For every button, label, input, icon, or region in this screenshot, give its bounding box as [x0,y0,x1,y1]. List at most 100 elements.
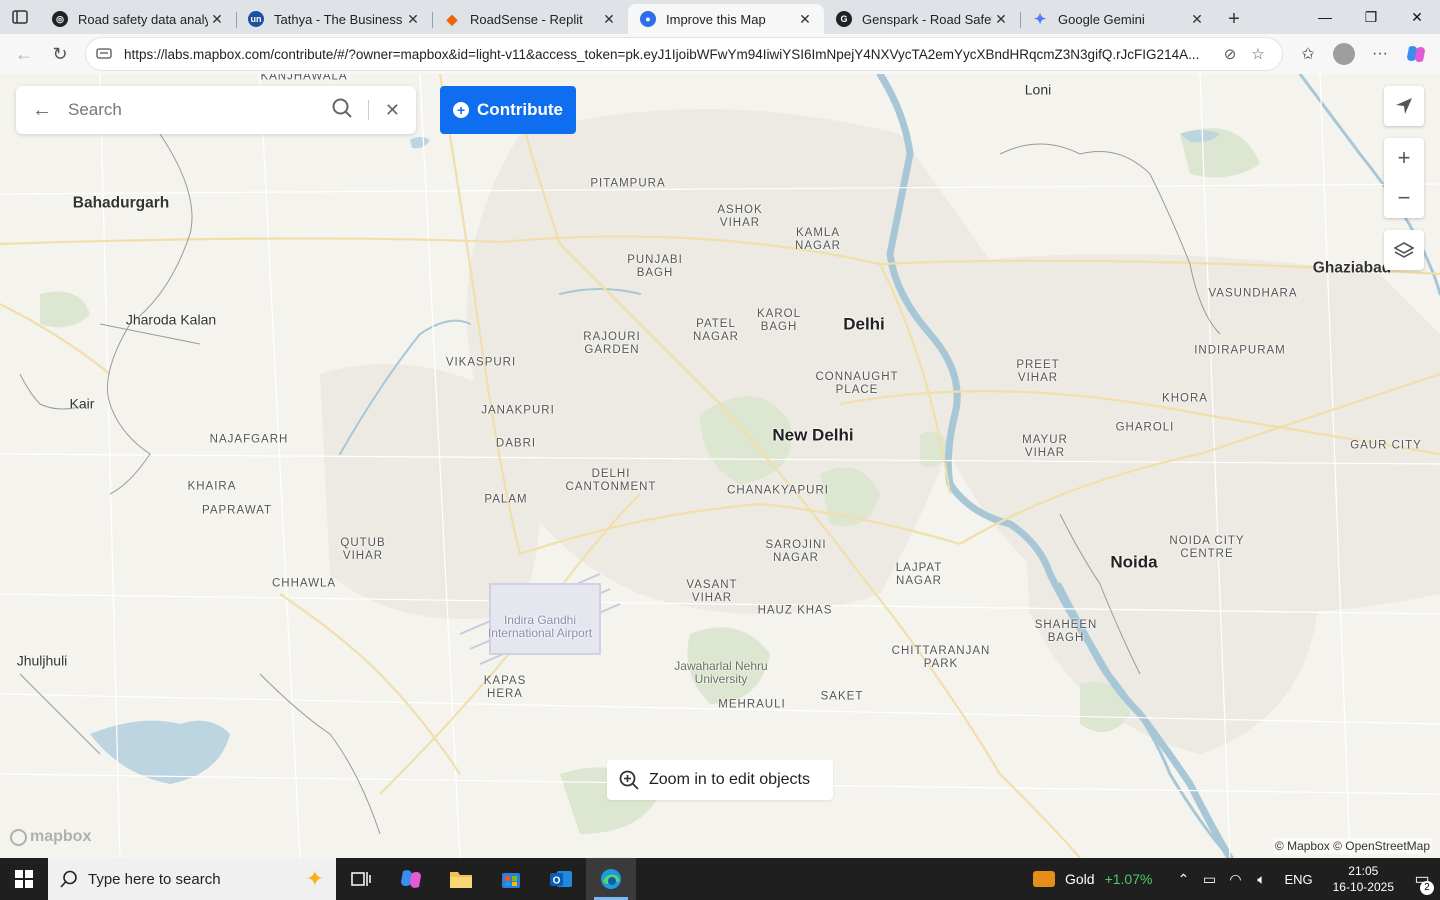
place-label-patel-nagar[interactable]: PATEL NAGAR [693,318,739,344]
mapbox-logo[interactable]: mapbox [10,828,91,846]
tab-gemini[interactable]: ✦ Google Gemini ✕ [1020,4,1216,34]
meet-now-icon[interactable]: ▭ [1197,871,1221,888]
place-label-indirapuram[interactable]: INDIRAPURAM [1194,345,1286,358]
outlook-icon[interactable]: O [536,858,586,900]
tab-actions-button[interactable] [0,0,40,34]
place-label-punjabi-bagh[interactable]: PUNJABI BAGH [627,254,683,280]
place-label-connaught-place[interactable]: CONNAUGHT PLACE [815,371,898,397]
place-label-ghaziabad[interactable]: Ghaziabad [1313,260,1391,276]
place-label-delhi[interactable]: Delhi [843,316,885,333]
place-label-kanjhawala[interactable]: KANJHAWALA [260,74,347,84]
task-view-icon[interactable] [336,858,386,900]
place-label-pitampura[interactable]: PITAMPURA [590,178,665,191]
favorites-icon[interactable]: ✩ [1290,38,1326,70]
geolocate-control[interactable] [1384,86,1424,126]
profile-avatar[interactable] [1326,38,1362,70]
place-label-delhi-cantonment[interactable]: DELHI CANTONMENT [566,468,657,494]
file-explorer-icon[interactable] [436,858,486,900]
close-icon[interactable]: ✕ [404,11,422,28]
back-button[interactable]: ← [6,38,42,70]
start-button[interactable] [0,858,48,900]
wifi-icon[interactable]: ◠ [1223,871,1247,888]
place-label-jnu[interactable]: Jawaharlal Nehru University [674,660,767,686]
search-icon[interactable] [332,98,352,123]
place-label-vasant-vihar[interactable]: VASANT VIHAR [686,579,737,605]
place-label-igi-airport[interactable]: Indira Gandhi International Airport [488,614,592,640]
tab-tathya[interactable]: un Tathya - The Business Ana ✕ [236,4,432,34]
place-label-ashok-vihar[interactable]: ASHOK VIHAR [717,204,762,230]
clock[interactable]: 21:05 16-10-2025 [1333,863,1394,895]
search-input[interactable] [68,100,332,120]
ticker-widget[interactable]: Gold +1.07% [1032,871,1152,887]
place-label-vasundhara[interactable]: VASUNDHARA [1208,288,1297,301]
edge-icon[interactable] [586,858,636,900]
place-label-bahadurgarh[interactable]: Bahadurgarh [73,195,169,211]
place-label-janakpuri[interactable]: JANAKPURI [481,405,555,418]
zoom-out-button[interactable]: − [1384,178,1424,218]
place-label-saket[interactable]: SAKET [821,691,864,704]
place-label-palam[interactable]: PALAM [484,494,527,507]
zoom-in-button[interactable]: + [1384,138,1424,178]
refresh-button[interactable]: ↻ [42,38,78,70]
copilot-icon[interactable] [1398,38,1434,70]
clear-icon[interactable]: ✕ [385,100,400,121]
place-label-lajpat-nagar[interactable]: LAJPAT NAGAR [896,562,942,588]
place-label-qutub-vihar[interactable]: QUTUB VIHAR [340,537,385,563]
tracking-prevention-icon[interactable]: ⊘ [1216,45,1244,63]
tab-genspark[interactable]: G Genspark - Road Safety: D ✕ [824,4,1020,34]
place-label-gaur-city[interactable]: GAUR CITY [1350,440,1422,453]
place-label-paprawat[interactable]: PAPRAWAT [202,505,272,518]
close-icon[interactable]: ✕ [208,11,226,28]
site-info-icon[interactable] [96,46,112,63]
place-label-khora[interactable]: KHORA [1162,393,1208,406]
place-label-mayur-vihar[interactable]: MAYUR VIHAR [1022,434,1068,460]
tab-road-safety[interactable]: ◎ Road safety data analysis ✕ [40,4,236,34]
close-icon[interactable]: ✕ [600,11,618,28]
place-label-chittaranjan-park[interactable]: CHITTARANJAN PARK [892,645,991,671]
chevron-up-icon[interactable]: ⌃ [1171,871,1195,888]
more-menu-icon[interactable]: ··· [1362,38,1398,70]
place-label-preet-vihar[interactable]: PREET VIHAR [1016,359,1059,385]
place-label-kamla-nagar[interactable]: KAMLA NAGAR [795,227,841,253]
place-label-vikaspuri[interactable]: VIKASPURI [446,357,516,370]
place-label-shaheen-bagh[interactable]: SHAHEEN BAGH [1035,619,1098,645]
map-attribution[interactable]: © Mapbox © OpenStreetMap [1272,838,1432,854]
minimize-button[interactable]: — [1302,0,1348,34]
place-label-new-delhi[interactable]: New Delhi [772,427,853,444]
tab-improve-map[interactable]: ● Improve this Map ✕ [628,4,824,34]
new-tab-button[interactable]: + [1216,4,1252,34]
place-label-chhawla[interactable]: CHHAWLA [272,578,336,591]
volume-icon[interactable]: 🔈︎ [1249,871,1273,888]
place-label-karol-bagh[interactable]: KAROL BAGH [757,308,801,334]
taskbar-search[interactable]: Type here to search ✦ [48,858,336,900]
place-label-mehrauli[interactable]: MEHRAULI [718,699,785,712]
close-icon[interactable]: ✕ [796,11,814,28]
place-label-chanakyapuri[interactable]: CHANAKYAPURI [727,485,829,498]
language-indicator[interactable]: ENG [1284,872,1312,887]
close-icon[interactable]: ✕ [1188,11,1206,28]
place-label-jhuljhuli[interactable]: Jhuljhuli [17,654,68,668]
close-window-button[interactable]: ✕ [1394,0,1440,34]
place-label-najafgarh[interactable]: NAJAFGARH [210,434,289,447]
place-label-khaira[interactable]: KHAIRA [188,481,237,494]
restore-button[interactable]: ❐ [1348,0,1394,34]
layers-control[interactable] [1384,230,1424,270]
tab-replit[interactable]: ◆ RoadSense - Replit ✕ [432,4,628,34]
favorite-star-icon[interactable]: ☆ [1244,45,1272,63]
back-arrow-icon[interactable]: ← [32,99,68,122]
notifications-button[interactable]: ▭ 2 [1404,869,1440,895]
close-icon[interactable]: ✕ [992,11,1010,28]
copilot-app-icon[interactable] [386,858,436,900]
place-label-jharoda-kalan[interactable]: Jharoda Kalan [126,313,216,327]
place-label-noida[interactable]: Noida [1110,554,1157,571]
place-label-sarojini-nagar[interactable]: SAROJINI NAGAR [765,539,826,565]
place-label-hauz-khas[interactable]: HAUZ KHAS [758,605,833,618]
place-label-loni[interactable]: Loni [1025,83,1051,97]
place-label-rajouri-garden[interactable]: RAJOURI GARDEN [583,331,640,357]
address-bar[interactable]: https://labs.mapbox.com/contribute/#/?ow… [86,38,1282,70]
place-label-kair[interactable]: Kair [70,397,95,411]
microsoft-store-icon[interactable] [486,858,536,900]
place-label-noida-city-centre[interactable]: NOIDA CITY CENTRE [1169,535,1244,561]
place-label-dabri[interactable]: DABRI [496,438,536,451]
contribute-button[interactable]: + Contribute [440,86,576,134]
